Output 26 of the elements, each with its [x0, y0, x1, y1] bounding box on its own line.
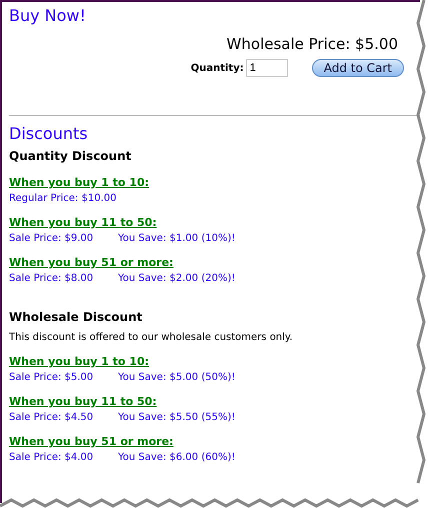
tier-saving: You Save: $5.00 (50%)!: [118, 372, 236, 383]
section-title: Discounts: [9, 124, 89, 143]
tier-heading: When you buy 51 or more:: [9, 435, 174, 448]
tier-heading: When you buy 11 to 50:: [9, 395, 157, 408]
tier-saving: You Save: $2.00 (20%)!: [118, 273, 236, 284]
tier-price: Sale Price: $4.00: [9, 452, 94, 463]
tier-heading: When you buy 1 to 10:: [9, 355, 150, 368]
quantity-input[interactable]: 1: [246, 59, 288, 77]
tier-price: Sale Price: $9.00: [9, 233, 94, 244]
tier-saving: You Save: $5.50 (55%)!: [118, 412, 236, 423]
section-title: Buy Now!: [9, 6, 87, 25]
quantity-label: Quantity:: [190, 62, 244, 74]
tier-price: Sale Price: $8.00: [9, 273, 94, 284]
tier-price: Sale Price: $5.00: [9, 372, 94, 383]
group-title: Quantity Discount: [9, 149, 132, 163]
tier-heading: When you buy 51 or more:: [9, 256, 174, 269]
add-to-cart-button[interactable]: Add to Cart: [312, 59, 404, 77]
tier-saving: You Save: $1.00 (10%)!: [118, 233, 236, 244]
wholesale-price: Wholesale Price: $5.00: [226, 35, 398, 53]
group-title: Wholesale Discount: [9, 310, 144, 324]
tier-saving: You Save: $6.00 (60%)!: [118, 452, 236, 463]
tier-price: Sale Price: $4.50: [9, 412, 94, 423]
group-note: This discount is offered to our wholesale customers only.: [9, 332, 294, 343]
tier-heading: When you buy 11 to 50:: [9, 216, 157, 229]
tier-price: Regular Price: $10.00: [9, 193, 118, 204]
tier-heading: When you buy 1 to 10:: [9, 176, 150, 189]
